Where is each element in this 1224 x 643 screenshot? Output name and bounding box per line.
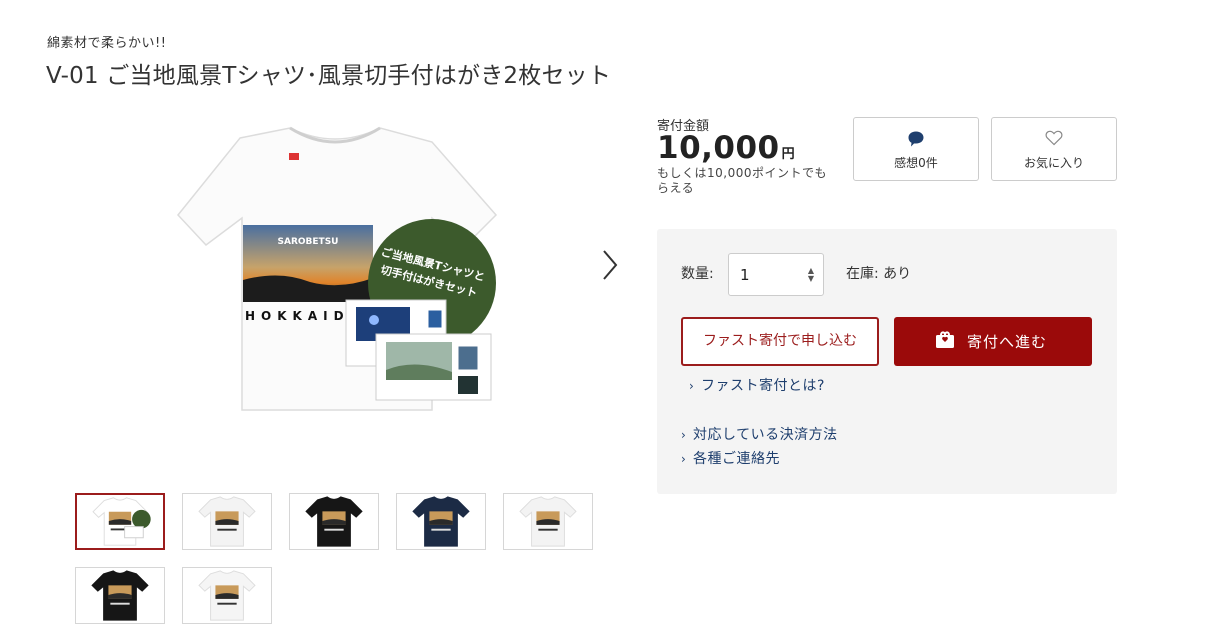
chevron-right-icon: › <box>681 452 687 466</box>
proceed-donation-button[interactable]: 寄付へ進む <box>894 317 1092 366</box>
reviews-button[interactable]: 感想0件 <box>853 117 979 181</box>
points-text: もしくは10,000ポイントでもらえる <box>657 166 827 195</box>
contact-link[interactable]: › 各種ご連絡先 <box>681 448 780 468</box>
thumbnail-image <box>290 494 378 549</box>
thumbnail-image <box>183 568 271 623</box>
fast-donation-button[interactable]: ファスト寄付で申し込む <box>681 317 879 366</box>
speech-bubble-icon <box>907 130 925 152</box>
thumbnail-5[interactable] <box>503 493 593 550</box>
next-image-arrow[interactable] <box>596 245 624 285</box>
thumbnail-6[interactable] <box>75 567 165 624</box>
thumbnail-image <box>397 494 485 549</box>
gift-box-icon <box>935 331 955 353</box>
fast-donation-info-link[interactable]: › ファスト寄付とは? <box>689 375 825 395</box>
thumbnail-image <box>76 568 164 623</box>
product-subtitle: 綿素材で柔らかい!! <box>47 36 167 51</box>
payment-methods-link[interactable]: › 対応している決済方法 <box>681 424 838 444</box>
payment-methods-text: 対応している決済方法 <box>693 427 838 443</box>
proceed-donation-label: 寄付へ進む <box>967 333 1048 351</box>
stock-status: 在庫: あり <box>846 266 912 282</box>
thumbnail-4[interactable] <box>396 493 486 550</box>
price-amount: 10,000 円 <box>657 130 795 166</box>
fast-donation-info-text: ファスト寄付とは? <box>701 378 825 394</box>
thumbnail-image <box>504 494 592 549</box>
thumbnail-image <box>78 495 162 548</box>
price-value: 10,000 <box>657 130 780 166</box>
reviews-label: 感想0件 <box>894 156 938 170</box>
main-product-image: SAROBETSU HOKKAID ご当地風景Tシャツと 切手付はがきセット <box>170 120 500 450</box>
chevron-right-icon: › <box>681 428 687 442</box>
quantity-select[interactable]: 1 ▲ ▼ <box>728 253 824 296</box>
heart-outline-icon <box>1045 130 1063 150</box>
thumbnail-3[interactable] <box>289 493 379 550</box>
thumbnail-7[interactable] <box>182 567 272 624</box>
favorite-label: お気に入り <box>1023 156 1084 170</box>
favorite-button[interactable]: お気に入り <box>991 117 1117 181</box>
chevron-right-icon <box>603 250 618 280</box>
quantity-label: 数量: <box>681 266 714 282</box>
quantity-value: 1 <box>740 266 750 284</box>
print-bottom-text: HOKKAID <box>245 309 350 323</box>
contact-text: 各種ご連絡先 <box>693 451 780 467</box>
thumbnail-1[interactable] <box>75 493 165 550</box>
price-unit: 円 <box>781 147 796 162</box>
chevron-right-icon: › <box>689 379 695 393</box>
thumbnail-image <box>183 494 271 549</box>
thumbnail-2[interactable] <box>182 493 272 550</box>
print-top-text: SAROBETSU <box>278 237 339 247</box>
order-panel: 数量: 1 ▲ ▼ 在庫: あり ファスト寄付で申し込む 寄付へ進む › ファスト寄… <box>657 229 1117 494</box>
page-title: V-01 ご当地風景Tシャツ･風景切手付はがき2枚セット <box>46 63 612 89</box>
spinner-icon: ▲ ▼ <box>807 266 814 283</box>
